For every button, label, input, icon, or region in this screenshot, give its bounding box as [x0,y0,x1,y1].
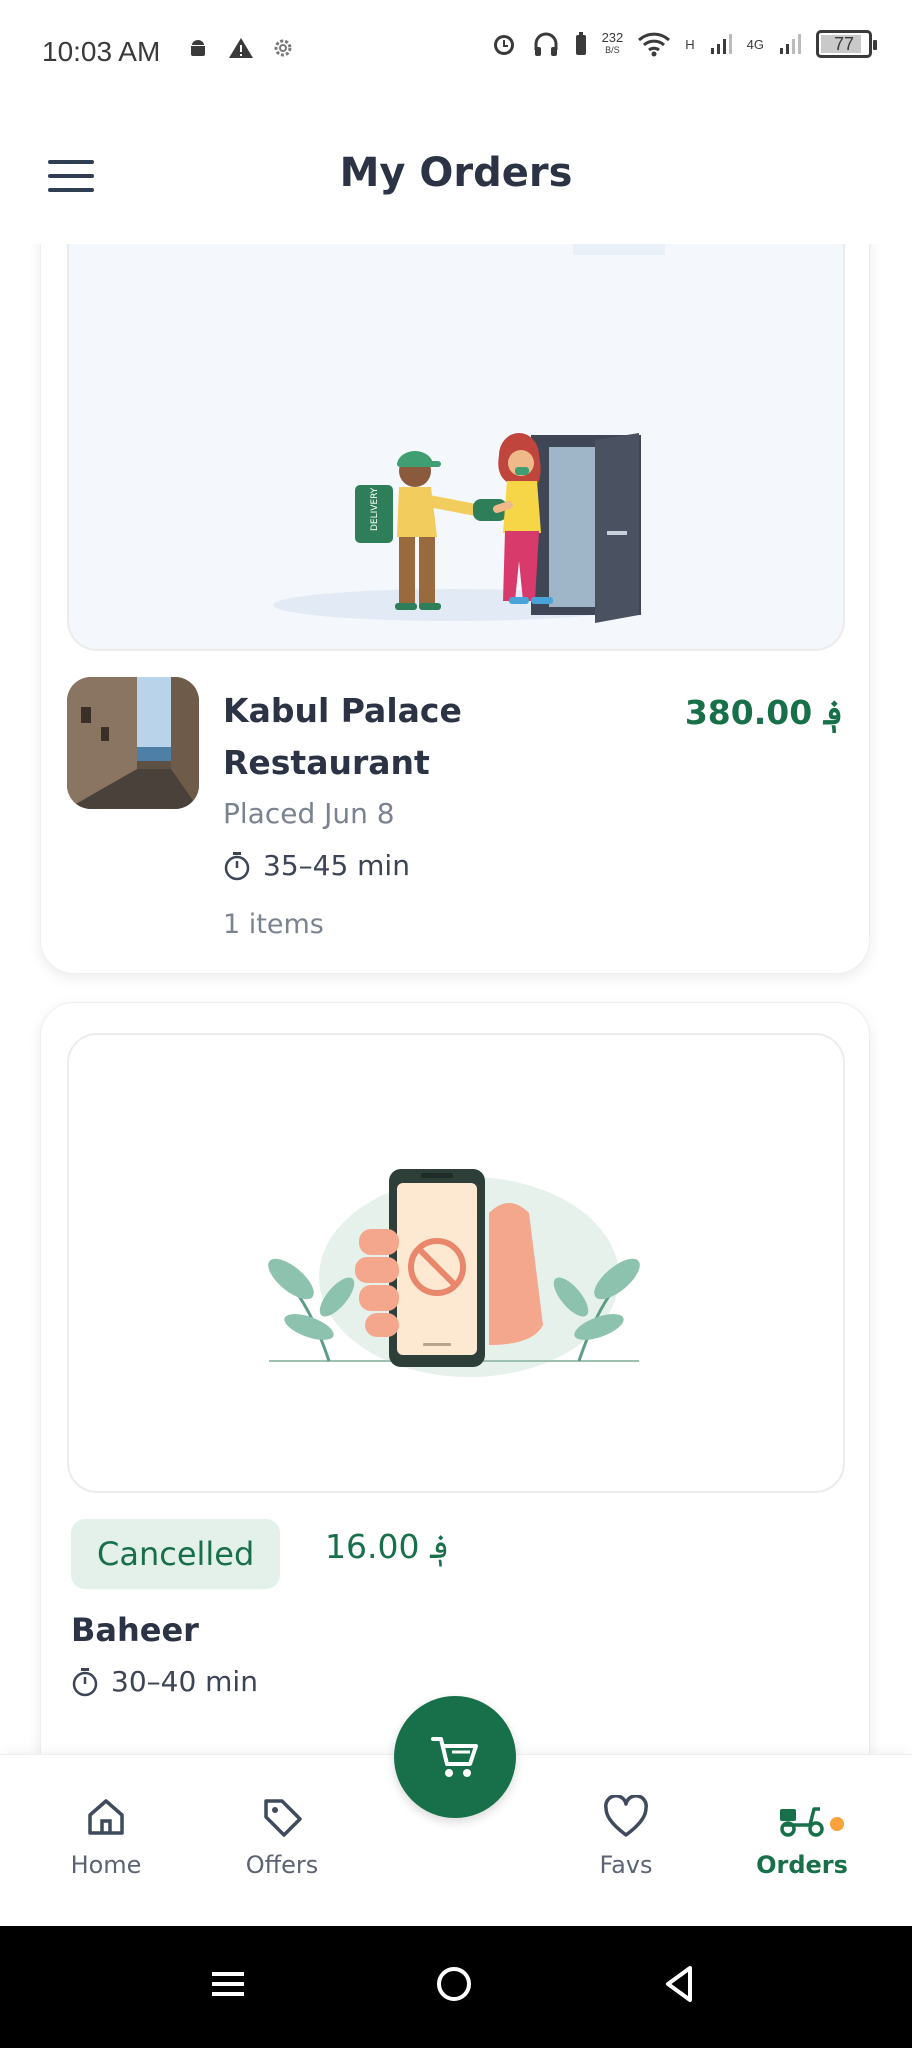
home-system-button[interactable] [434,1964,484,2014]
status-badge: Cancelled [71,1519,281,1589]
recents-icon [212,1972,244,1996]
cart-button[interactable] [394,1696,516,1818]
order-price: 380.00 ؋ [684,693,843,732]
cancelled-order-image [268,1169,640,1377]
order-price: 16.00 ؋ [325,1527,450,1566]
warning-icon [229,38,253,58]
order-card[interactable]: Cancelled 16.00 ؋ Baheer 30–40 min [40,1002,870,1754]
signal-icon [710,34,732,54]
scooter-icon [780,1807,824,1837]
stopwatch-icon [72,1667,98,1696]
status-bar: 10:03 AM 232 B/S H 4G 77 [0,0,912,104]
restaurant-thumbnail [67,677,199,809]
status-time: 10:03 AM [42,36,161,67]
battery-indicator: 77 [816,30,877,58]
nav-favs[interactable]: Favs [566,1795,686,1879]
order-card[interactable]: DELIVERY Kabul Palace Restaurant 380.00 … [40,244,870,974]
recents-button[interactable] [208,1964,258,2014]
battery-saver-icon [575,32,586,55]
nav-offers[interactable]: Offers [222,1795,342,1879]
delivery-time: 30–40 min [71,1665,258,1698]
app-header: My Orders [0,104,912,244]
nav-home[interactable]: Home [46,1795,166,1879]
delivery-handoff-image: DELIVERY [273,244,665,623]
heart-icon [604,1795,648,1837]
nav-orders[interactable]: Orders [742,1795,862,1879]
cancelled-illustration [67,1033,845,1493]
delivery-time: 35–45 min [223,849,410,882]
network-speed: 232 B/S [601,30,624,55]
orders-list[interactable]: DELIVERY Kabul Palace Restaurant 380.00 … [0,244,912,1754]
delivery-illustration: DELIVERY [67,244,845,651]
restaurant-name: Kabul Palace Restaurant [223,691,462,782]
system-navigation-bar [0,1926,912,2048]
alarm-icon [493,35,514,55]
wifi-icon [638,32,671,57]
order-date: Placed Jun 8 [223,797,395,830]
restaurant-name: Baheer [71,1611,199,1649]
h-network-label: H [685,36,695,52]
item-count: 1 items [223,909,324,940]
4g-network-label: 4G [746,36,764,52]
settings-icon [274,39,292,57]
circle-home-icon [437,1967,471,2001]
back-triangle-icon [666,1966,692,2002]
back-button[interactable] [660,1964,710,2014]
android-icon [191,40,205,56]
notification-dot [830,1817,844,1831]
page-title: My Orders [339,150,573,196]
headphones-icon [534,32,558,56]
cart-icon [431,1737,478,1777]
signal-icon-2 [780,34,801,54]
home-icon [88,1799,124,1835]
tag-icon [264,1799,302,1837]
svg-text:DELIVERY: DELIVERY [370,487,380,531]
stopwatch-icon [224,851,250,880]
